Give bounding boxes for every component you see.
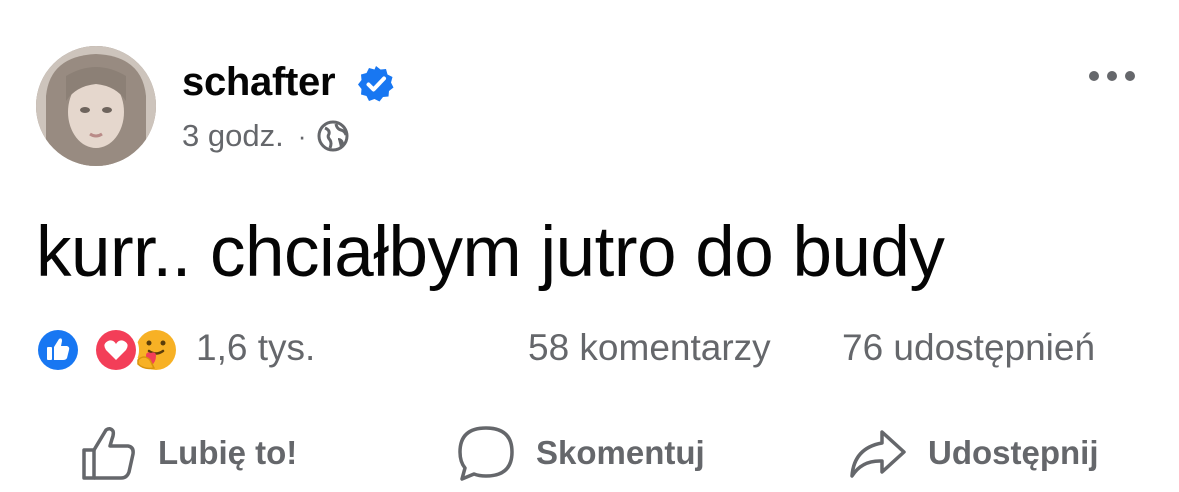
shares-count[interactable]: 76 udostępnień	[842, 327, 1095, 369]
post-text: kurr.. chciałbym jutro do budy	[36, 213, 945, 292]
share-button-label: Udostępnij	[928, 434, 1099, 471]
love-reaction-icon	[93, 327, 139, 373]
comment-button[interactable]: Skomentuj	[456, 418, 705, 488]
globe-icon[interactable]	[316, 119, 350, 153]
author-name[interactable]: schafter	[182, 60, 336, 105]
facebook-post: schafter 3 godz. · kurr.. chciałbym jutr…	[0, 0, 1179, 492]
post-time[interactable]: 3 godz.	[182, 118, 284, 154]
like-button-label: Lubię to!	[158, 434, 298, 471]
share-arrow-icon	[850, 430, 906, 478]
avatar[interactable]	[36, 46, 156, 166]
post-meta: 3 godz. ·	[182, 118, 350, 154]
comments-count[interactable]: 58 komentarzy	[528, 327, 771, 369]
care-reaction-icon	[133, 327, 179, 373]
meta-separator: ·	[297, 120, 307, 151]
like-button[interactable]: Lubię to!	[80, 418, 297, 488]
reaction-icons[interactable]	[34, 326, 182, 374]
comment-bubble-icon	[458, 426, 514, 481]
more-options-icon[interactable]	[1085, 56, 1139, 96]
avatar-image	[36, 46, 156, 166]
comment-button-label: Skomentuj	[536, 434, 705, 471]
share-button[interactable]: Udostępnij	[848, 418, 1099, 488]
like-reaction-icon	[35, 327, 81, 373]
verified-badge-icon	[358, 66, 394, 102]
thumbs-up-icon	[82, 426, 135, 480]
reaction-count[interactable]: 1,6 tys.	[196, 327, 315, 369]
